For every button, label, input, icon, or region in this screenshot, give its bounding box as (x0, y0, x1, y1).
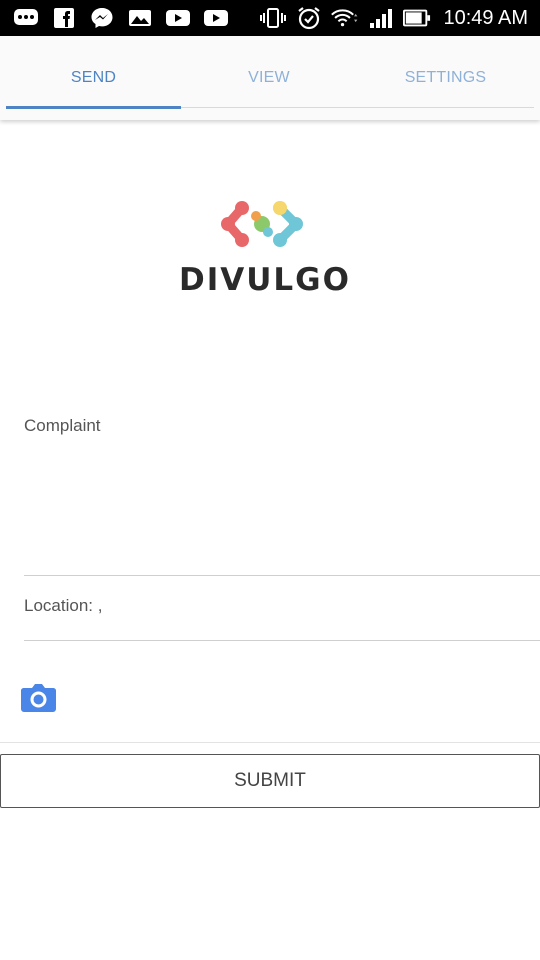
logo-mark (221, 201, 303, 247)
status-bar: 10:49 AM (0, 0, 540, 36)
active-tab-indicator (6, 106, 181, 109)
youtube-icon (202, 7, 230, 29)
submit-button[interactable]: SUBMIT (0, 754, 540, 808)
messaging-icon (12, 7, 40, 29)
camera-icon[interactable] (21, 682, 56, 712)
messenger-icon (88, 7, 116, 29)
clock: 10:49 AM (443, 6, 528, 29)
alarm-icon (295, 7, 323, 30)
section-divider (0, 742, 540, 743)
youtube-icon (164, 7, 192, 29)
complaint-label: Complaint (24, 416, 101, 435)
complaint-underline (24, 575, 540, 576)
location-underline (24, 640, 540, 641)
logo-text: DIVULGO (179, 262, 351, 298)
tab-divider (181, 107, 534, 108)
battery-icon (403, 7, 431, 29)
gallery-icon (126, 7, 154, 29)
wifi-icon (331, 7, 359, 29)
location-text: Location: , (24, 596, 103, 615)
tab-bar: SEND VIEW SETTINGS (0, 36, 540, 120)
complaint-field[interactable] (24, 400, 540, 575)
vibrate-icon (259, 7, 287, 29)
facebook-icon (50, 7, 78, 29)
signal-icon (367, 7, 395, 29)
divulgo-logo: DIVULGO (170, 196, 360, 306)
